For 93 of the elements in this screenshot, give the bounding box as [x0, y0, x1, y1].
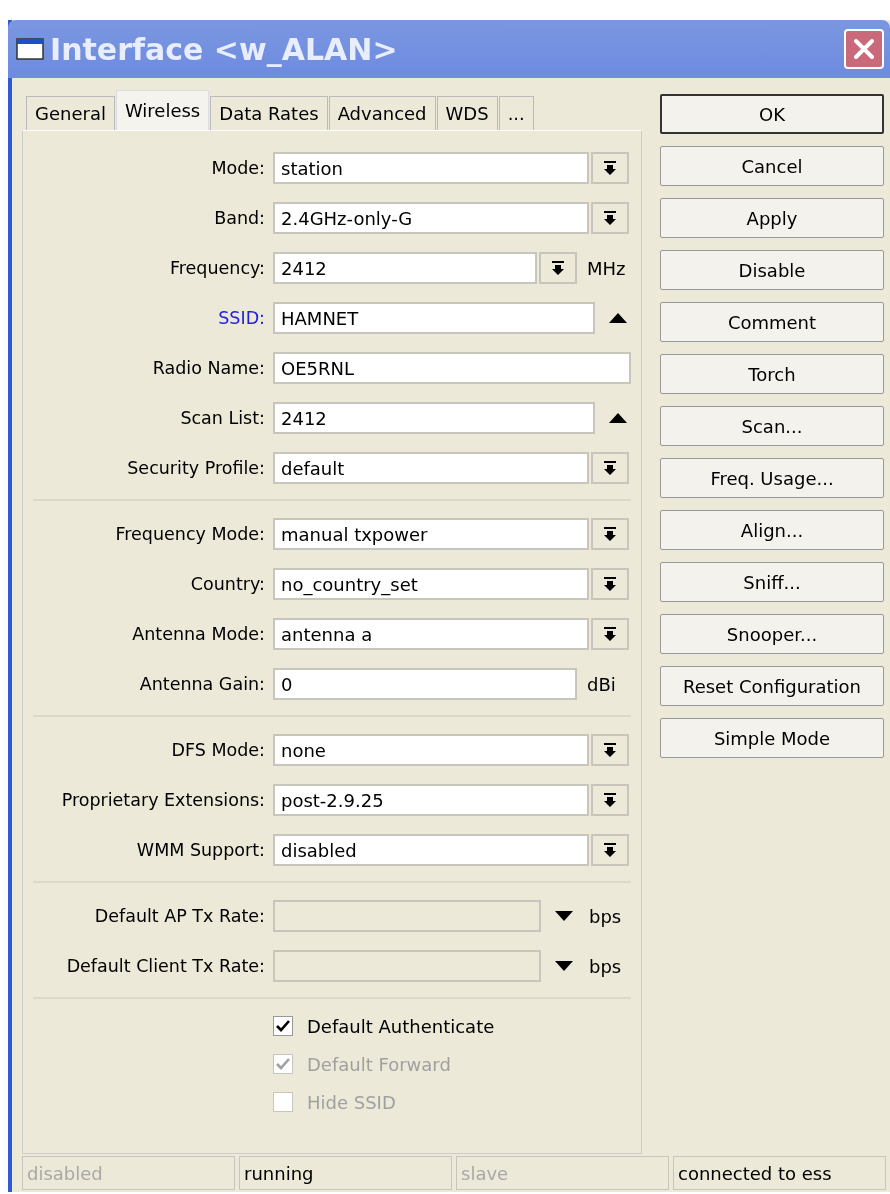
- dialog-button[interactable]: Align...: [660, 510, 884, 550]
- checkbox-label: Default Forward: [307, 1053, 451, 1075]
- dropdown-arrow-icon: [603, 576, 617, 592]
- field-label: WMM Support:: [135, 840, 266, 860]
- dropdown-field[interactable]: post-2.9.25: [273, 784, 589, 816]
- field-label: Band:: [213, 208, 266, 228]
- dropdown-button[interactable]: [591, 452, 629, 484]
- field-label: Antenna Gain:: [138, 674, 266, 694]
- field-label: Mode:: [210, 158, 266, 178]
- tab[interactable]: Wireless: [115, 90, 210, 130]
- dropdown-field[interactable]: manual txpower: [273, 518, 589, 550]
- field-label: Security Profile:: [126, 458, 266, 478]
- checkmark-icon: [275, 1018, 291, 1034]
- tab[interactable]: Advanced: [328, 96, 436, 130]
- field-label: Radio Name:: [151, 358, 266, 378]
- input-field[interactable]: 2412: [273, 402, 595, 434]
- dialog-button[interactable]: Freq. Usage...: [660, 458, 884, 498]
- status-cell: connected to ess: [673, 1156, 886, 1190]
- dropdown-button[interactable]: [539, 252, 577, 284]
- dropdown-arrow-icon: [603, 160, 617, 176]
- field-label: Proprietary Extensions:: [60, 790, 266, 810]
- close-button[interactable]: [844, 29, 884, 69]
- checkbox[interactable]: [273, 1016, 293, 1036]
- dialog-button[interactable]: Scan...: [660, 406, 884, 446]
- dropdown-field[interactable]: 2.4GHz-only-G: [273, 202, 589, 234]
- dropdown-arrow-icon: [603, 526, 617, 542]
- dropdown-button[interactable]: [591, 202, 629, 234]
- field-label: SSID:: [217, 308, 266, 328]
- window-icon: [16, 37, 44, 61]
- field-label: DFS Mode:: [170, 740, 266, 760]
- dropdown-field[interactable]: station: [273, 152, 589, 184]
- field-label: Country:: [189, 574, 266, 594]
- checkbox-label: Hide SSID: [307, 1091, 396, 1113]
- dropdown-field[interactable]: 2412: [273, 252, 537, 284]
- dropdown-arrow-icon: [603, 460, 617, 476]
- field-label: Frequency:: [168, 258, 266, 278]
- status-cell: running: [239, 1156, 452, 1190]
- collapse-arrow-icon[interactable]: [609, 313, 627, 323]
- tab[interactable]: WDS: [436, 96, 498, 130]
- status-cell: disabled: [22, 1156, 235, 1190]
- checkmark-icon: [275, 1056, 291, 1072]
- dropdown-button[interactable]: [591, 734, 629, 766]
- status-cell: slave: [456, 1156, 669, 1190]
- dialog-button[interactable]: Sniff...: [660, 562, 884, 602]
- dialog-button[interactable]: Disable: [660, 250, 884, 290]
- dialog-button[interactable]: OK: [660, 94, 884, 134]
- dialog-button[interactable]: Apply: [660, 198, 884, 238]
- dropdown-button[interactable]: [591, 152, 629, 184]
- dropdown-button[interactable]: [591, 834, 629, 866]
- dropdown-field[interactable]: no_country_set: [273, 568, 589, 600]
- field-label: Default AP Tx Rate:: [93, 906, 266, 926]
- field-label: Default Client Tx Rate:: [65, 956, 266, 976]
- checkbox-label: Default Authenticate: [307, 1015, 495, 1037]
- input-field[interactable]: 0: [273, 668, 577, 700]
- dropdown-arrow-icon[interactable]: [555, 911, 573, 921]
- dropdown-field[interactable]: none: [273, 734, 589, 766]
- dropdown-field[interactable]: disabled: [273, 834, 589, 866]
- input-field[interactable]: [273, 900, 541, 932]
- input-field[interactable]: [273, 950, 541, 982]
- tab[interactable]: ...: [498, 96, 534, 130]
- dropdown-field[interactable]: antenna a: [273, 618, 589, 650]
- field-label: Scan List:: [179, 408, 266, 428]
- dialog-button[interactable]: Simple Mode: [660, 718, 884, 758]
- dropdown-button[interactable]: [591, 518, 629, 550]
- dropdown-arrow-icon: [551, 260, 565, 276]
- dropdown-arrow-icon: [603, 842, 617, 858]
- dropdown-arrow-icon: [603, 792, 617, 808]
- dropdown-arrow-icon: [603, 210, 617, 226]
- field-label: Frequency Mode:: [114, 524, 266, 544]
- collapse-arrow-icon[interactable]: [609, 413, 627, 423]
- unit-label: MHz: [587, 257, 626, 279]
- dropdown-button[interactable]: [591, 784, 629, 816]
- window-title: Interface <w_ALAN>: [50, 31, 399, 67]
- dialog-button[interactable]: Cancel: [660, 146, 884, 186]
- dialog-button[interactable]: Comment: [660, 302, 884, 342]
- tab[interactable]: Data Rates: [210, 96, 328, 130]
- unit-label: dBi: [587, 673, 616, 695]
- input-field[interactable]: OE5RNL: [273, 352, 631, 384]
- dialog-button[interactable]: Torch: [660, 354, 884, 394]
- dialog-button[interactable]: Reset Configuration: [660, 666, 884, 706]
- input-field[interactable]: HAMNET: [273, 302, 595, 334]
- tab[interactable]: General: [26, 96, 115, 130]
- dropdown-button[interactable]: [591, 618, 629, 650]
- close-icon: [851, 36, 877, 62]
- unit-label: bps: [589, 905, 622, 927]
- field-label: Antenna Mode:: [131, 624, 266, 644]
- dropdown-arrow-icon: [603, 742, 617, 758]
- dropdown-arrow-icon[interactable]: [555, 961, 573, 971]
- dropdown-button[interactable]: [591, 568, 629, 600]
- dropdown-arrow-icon: [603, 626, 617, 642]
- dialog-button[interactable]: Snooper...: [660, 614, 884, 654]
- unit-label: bps: [589, 955, 622, 977]
- dropdown-field[interactable]: default: [273, 452, 589, 484]
